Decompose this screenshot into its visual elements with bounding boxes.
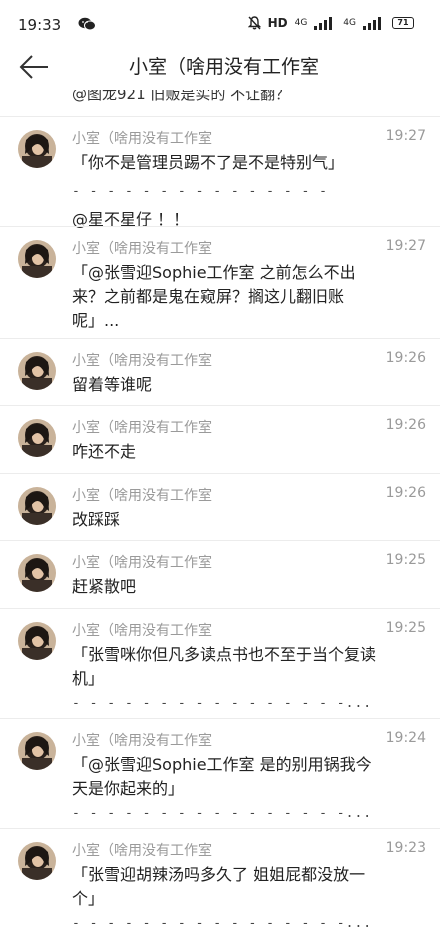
- message-time: 19:27: [385, 238, 426, 254]
- signal-1-label: 4G: [294, 18, 308, 28]
- message-time: 19:25: [385, 552, 426, 568]
- sender-name[interactable]: 小室（啥用没有工作室: [72, 238, 212, 258]
- message-text[interactable]: 「你不是管理员踢不了是不是特别气」: [72, 151, 376, 175]
- partial-message-text: @图龙921 旧贩是实的 不让翻？: [72, 90, 291, 103]
- message-item[interactable]: 小室（啥用没有工作室 19:27 「@张雪迎Sophie工作室 之前怎么不出来？之前…: [0, 228, 440, 336]
- signal-2-bars-icon: [363, 16, 385, 30]
- sender-name[interactable]: 小室（啥用没有工作室: [72, 620, 212, 640]
- message-time: 19:26: [385, 417, 426, 433]
- avatar[interactable]: [18, 240, 56, 278]
- message-time: 19:27: [385, 128, 426, 144]
- message-item[interactable]: 小室（啥用没有工作室 19:27 「你不是管理员踢不了是不是特别气」 - - - - …: [0, 118, 440, 229]
- sender-name[interactable]: 小室（啥用没有工作室: [72, 730, 212, 750]
- chat-header: 小室（啥用没有工作室: [0, 44, 440, 90]
- signal-2-label: 4G: [343, 18, 356, 28]
- message-divider: [0, 405, 440, 406]
- quote-divider-text: - - - - - - - - - - - - - - - -...: [72, 806, 373, 821]
- sender-name[interactable]: 小室（啥用没有工作室: [72, 417, 212, 437]
- message-item[interactable]: 小室（啥用没有工作室 19:25 「张雪咪你但凡多读点书也不至于当个复读机」 - - …: [0, 610, 440, 718]
- status-time: 19:33: [18, 16, 62, 34]
- message-list[interactable]: @图龙921 旧贩是实的 不让翻？ 小室（啥用没有工作室 19:27 「你不是管理员…: [0, 90, 440, 929]
- avatar[interactable]: [18, 622, 56, 660]
- message-divider: [0, 608, 440, 609]
- quote-divider-text: - - - - - - - - - - - - - - - -...: [72, 916, 373, 929]
- network-hd-label: HD: [267, 16, 288, 30]
- message-item[interactable]: 小室（啥用没有工作室 19:23 「张雪迎胡辣汤吗多久了 姐姐屁都没放一个」 - - …: [0, 830, 440, 929]
- quote-divider-text: - - - - - - - - - - - - - - - -...: [72, 696, 373, 711]
- sender-name[interactable]: 小室（啥用没有工作室: [72, 552, 212, 572]
- avatar[interactable]: [18, 487, 56, 525]
- page-title: 小室（啥用没有工作室: [128, 56, 319, 78]
- bell-mute-icon: [247, 16, 261, 30]
- message-time: 19:24: [385, 730, 426, 746]
- message-time: 19:26: [385, 485, 426, 501]
- message-item[interactable]: 小室（啥用没有工作室 19:24 「@张雪迎Sophie工作室 是的别用锅我今天是你…: [0, 720, 440, 828]
- sender-name[interactable]: 小室（啥用没有工作室: [72, 840, 212, 860]
- sender-name[interactable]: 小室（啥用没有工作室: [72, 485, 212, 505]
- battery-level: 71: [392, 17, 414, 29]
- message-text[interactable]: 「@张雪迎Sophie工作室 之前怎么不出来？之前都是鬼在窥屏？搁这儿翻旧账呢」…: [72, 261, 376, 333]
- avatar[interactable]: [18, 419, 56, 457]
- sender-name[interactable]: 小室（啥用没有工作室: [72, 350, 212, 370]
- message-divider: [0, 338, 440, 339]
- message-divider: [0, 828, 440, 829]
- message-divider: [0, 226, 440, 227]
- message-text[interactable]: 赶紧散吧: [72, 575, 376, 599]
- status-indicators: HD 4G 4G 71: [247, 16, 414, 30]
- message-text[interactable]: 「@张雪迎Sophie工作室 是的别用锅我今天是你起来的」: [72, 753, 376, 801]
- avatar[interactable]: [18, 352, 56, 390]
- message-divider: [0, 540, 440, 541]
- avatar[interactable]: [18, 732, 56, 770]
- message-time: 19:23: [385, 840, 426, 856]
- avatar[interactable]: [18, 842, 56, 880]
- avatar[interactable]: [18, 554, 56, 592]
- message-text[interactable]: 「张雪迎胡辣汤吗多久了 姐姐屁都没放一个」: [72, 863, 376, 911]
- message-divider: [0, 473, 440, 474]
- sender-name[interactable]: 小室（啥用没有工作室: [72, 128, 212, 148]
- message-time: 19:26: [385, 350, 426, 366]
- message-divider: [0, 718, 440, 719]
- quote-divider-text: - - - - - - - - - - - - - - -: [72, 184, 328, 199]
- wechat-notification-icon: [78, 17, 96, 31]
- message-divider: [0, 116, 440, 117]
- message-text[interactable]: 改踩踩: [72, 508, 376, 532]
- message-text[interactable]: 留着等谁呢: [72, 373, 376, 397]
- avatar[interactable]: [18, 130, 56, 168]
- message-time: 19:25: [385, 620, 426, 636]
- message-text[interactable]: 「张雪咪你但凡多读点书也不至于当个复读机」: [72, 643, 376, 691]
- signal-1-bars-icon: [314, 16, 336, 30]
- message-text[interactable]: 咋还不走: [72, 440, 376, 464]
